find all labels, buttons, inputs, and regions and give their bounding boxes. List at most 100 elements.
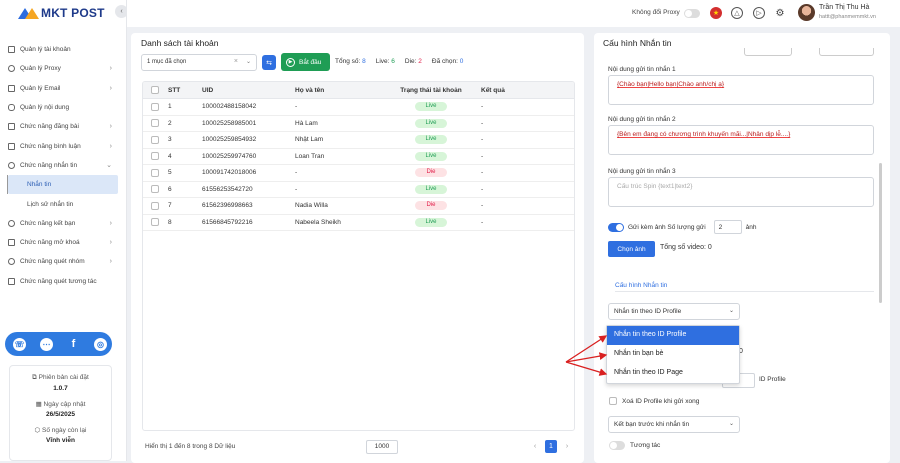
msg3-field[interactable]: Cấu trúc Spin {text1|text2} [608, 177, 874, 207]
cell-uid: 61556253542720 [202, 185, 253, 193]
box-icon: ⬡ [34, 427, 43, 434]
select-all-checkbox[interactable] [151, 86, 159, 94]
row-checkbox[interactable] [151, 201, 159, 210]
col-uid[interactable]: UID [198, 87, 291, 94]
sidebar-menu: Quản lý tài khoản Quản lý Proxy › Quản lý… [0, 40, 127, 291]
table-row[interactable]: 3 100025259854932 Nhật Lam Live - [143, 132, 574, 149]
selection-value: 1 mục đã chọn [147, 59, 187, 65]
account-panel: Danh sách tài khoản 1 mục đã chọn × ⌄ ⇆ ▶ B… [131, 33, 584, 463]
web-icon[interactable]: ◎ [94, 337, 107, 351]
table-row[interactable]: 5 100091742018006 - Die - [143, 165, 574, 182]
sidebar-item-posting[interactable]: Chức năng đăng bài › [0, 117, 127, 136]
col-stt[interactable]: STT [160, 87, 198, 94]
row-checkbox[interactable] [151, 102, 159, 111]
vietnam-flag-icon[interactable]: ★ [710, 7, 722, 19]
attach-toggle[interactable] [608, 222, 624, 232]
filter-button[interactable]: ⇆ [262, 55, 276, 70]
pagination: ‹ 1 › [529, 440, 573, 453]
option-id-profile[interactable]: Nhắn tin theo ID Profile [607, 326, 739, 345]
friend-first-select[interactable]: Kết bạn trước khi nhắn tin ⌄ [608, 416, 740, 433]
input-edge[interactable] [819, 48, 874, 56]
row-checkbox[interactable] [151, 168, 159, 177]
sidebar-item-label: Quản lý tài khoản [20, 46, 71, 54]
bell-icon[interactable]: △ [731, 7, 743, 19]
col-name[interactable]: Họ và tên [291, 87, 385, 94]
sidebar-item-messaging[interactable]: Chức năng nhắn tin ⌄ [0, 156, 127, 175]
sidebar-item-email[interactable]: Quản lý Email › [0, 79, 127, 98]
msg1-field[interactable]: {Chào bạn|Hello bạn|Chào anh/chị ạ} [608, 75, 874, 105]
row-checkbox[interactable] [151, 119, 159, 128]
sidebar-item-comment[interactable]: Chức năng bình luận › [0, 136, 127, 155]
sidebar-item-label: Chức năng đăng bài [20, 123, 79, 131]
attach-count-input[interactable]: 2 [713, 220, 742, 234]
input-edge[interactable] [744, 48, 792, 56]
cell-stt: 2 [168, 119, 172, 127]
col-status[interactable]: Trạng thái tài khoản [385, 87, 477, 94]
next-page-button[interactable]: › [561, 440, 573, 453]
message-mode-select[interactable]: Nhắn tin theo ID Profile ⌄ [608, 303, 740, 320]
delete-checkbox[interactable] [609, 397, 617, 405]
row-checkbox[interactable] [151, 135, 159, 144]
sidebar-item-label: Chức năng mở khoá [20, 239, 80, 247]
version-info: ⧉ Phiên bản cài đặt 1.0.7 ▦ Ngày cập nhật… [9, 365, 112, 461]
table-row[interactable]: 6 61556253542720 - Live - [143, 182, 574, 198]
page-button[interactable]: 1 [545, 440, 557, 453]
stats: Tổng số: 8 Live: 6 Die: 2 Đã chọn: 0 [335, 58, 463, 65]
row-checkbox[interactable] [151, 152, 159, 161]
gear-icon[interactable]: ⚙ [774, 7, 786, 19]
row-select-cell [143, 201, 160, 210]
sidebar-item-proxy[interactable]: Quản lý Proxy › [0, 59, 127, 78]
messenger-icon[interactable]: ⋯ [40, 337, 53, 351]
row-checkbox[interactable] [151, 218, 159, 227]
row-select-cell [143, 119, 160, 128]
sidebar-item-message[interactable]: Nhắn tin [7, 175, 118, 195]
scrollbar[interactable] [879, 163, 882, 303]
row-select-cell [143, 152, 160, 161]
col-result[interactable]: Kết quả [477, 87, 567, 94]
config-section-title: Cấu hình Nhắn tin [615, 282, 668, 289]
sidebar-item-group-scan[interactable]: Chức năng quét nhóm › [0, 252, 127, 271]
list-icon [8, 277, 15, 285]
play-icon[interactable]: ▷ [753, 7, 765, 19]
proxy-label: Không đổi Proxy [632, 9, 680, 16]
logo-mark-icon [18, 7, 39, 19]
sidebar-item-accounts[interactable]: Quản lý tài khoản [0, 40, 127, 59]
table-row[interactable]: 8 61566845792216 Nabeela Sheikh Live - [143, 215, 574, 231]
interact-toggle[interactable] [609, 441, 625, 450]
msg1-label: Nội dung gửi tin nhắn 1 [608, 66, 676, 73]
sidebar-item-friends[interactable]: Chức năng kết bạn › [0, 214, 127, 233]
avatar[interactable] [798, 4, 815, 21]
selection-select[interactable]: 1 mục đã chọn × ⌄ [141, 54, 257, 71]
cell-uid: 61562396998663 [202, 202, 253, 210]
msg3-label: Nội dung gửi tin nhắn 3 [608, 168, 676, 175]
delete-after-send[interactable]: Xoá ID Profile khi gửi xong [609, 397, 699, 405]
support-icon[interactable]: ☏ [13, 337, 26, 351]
sidebar-item-unlock[interactable]: Chức năng mở khoá › [0, 233, 127, 252]
proxy-toggle[interactable] [684, 9, 700, 18]
table-row[interactable]: 4 100025259974760 Loan Tran Live - [143, 149, 574, 165]
cell-stt: 8 [168, 218, 172, 226]
table-row[interactable]: 1 100002488158042 - Live - [143, 99, 574, 116]
sidebar-item-content[interactable]: Quản lý nội dung [0, 98, 127, 117]
table-row[interactable]: 2 100025258985001 Hà Lam Live - [143, 116, 574, 132]
clear-icon[interactable]: × [234, 58, 238, 65]
chevron-down-icon: ⌄ [245, 59, 251, 65]
choose-image-button[interactable]: Chọn ảnh [608, 241, 655, 257]
status-badge: Die [415, 201, 447, 211]
option-friends[interactable]: Nhắn tin bạn bè [607, 345, 739, 364]
start-button[interactable]: ▶ Bắt đầu [281, 53, 330, 71]
table-row[interactable]: 7 61562396998663 Nadia Willa Die - [143, 198, 574, 215]
facebook-icon[interactable]: f [67, 338, 80, 351]
select-all-cell [143, 86, 160, 94]
page-size-select[interactable]: 1000 [366, 440, 398, 454]
sidebar-item-message-history[interactable]: Lịch sử nhắn tin [0, 194, 127, 213]
prev-page-button[interactable]: ‹ [529, 440, 541, 453]
brand-logo[interactable]: MKT POST [18, 6, 105, 20]
row-checkbox[interactable] [151, 185, 159, 194]
sidebar-item-label: Chức năng quét nhóm [20, 258, 85, 266]
sidebar-item-interaction-scan[interactable]: Chức năng quét tương tác [0, 272, 127, 291]
sidebar-item-label: Chức năng quét tương tác [20, 277, 97, 285]
msg2-field[interactable]: {Bên em đang có chương trình khuyến mãi.… [608, 125, 874, 155]
cell-result: - [481, 103, 484, 111]
option-id-page[interactable]: Nhắn tin theo ID Page [607, 364, 739, 383]
